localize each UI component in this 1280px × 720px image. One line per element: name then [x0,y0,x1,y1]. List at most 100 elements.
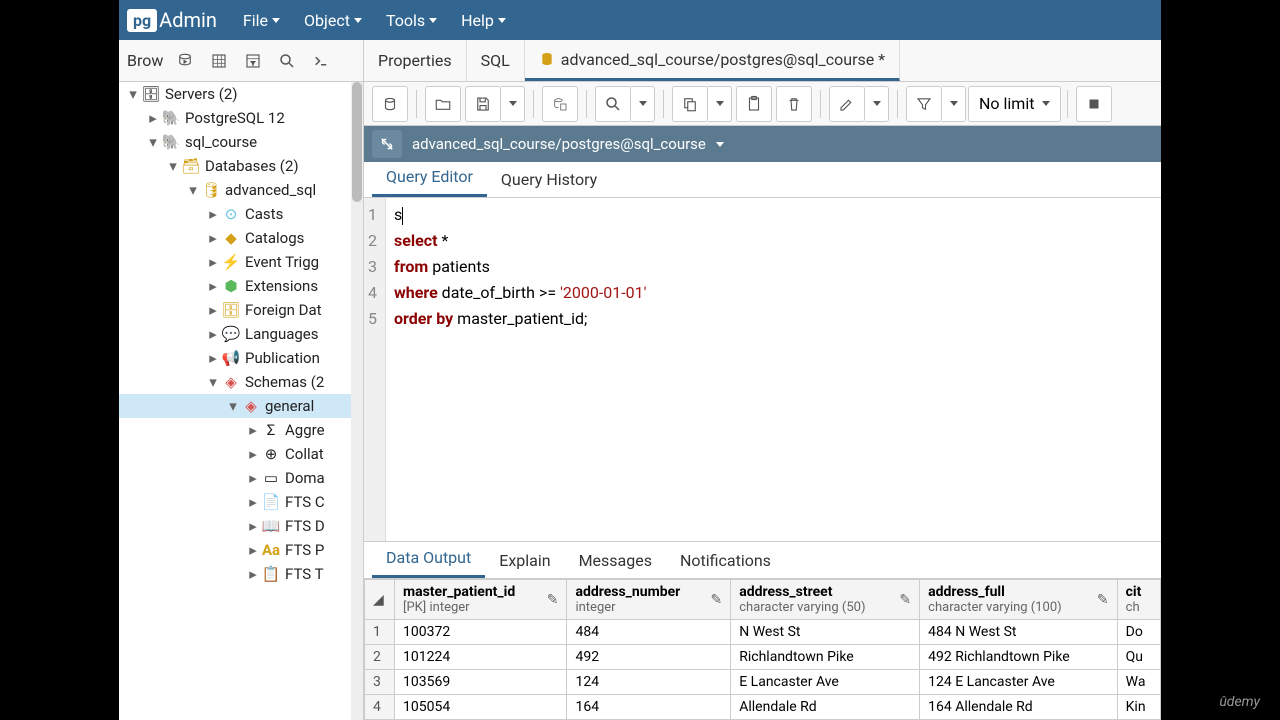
cell[interactable]: 492 Richlandtown Pike [920,645,1117,670]
cell[interactable]: Do [1117,620,1160,645]
cell[interactable]: N West St [731,620,920,645]
cell[interactable]: 164 [567,695,731,720]
expand-icon[interactable]: ▸ [245,565,261,583]
save-dropdown[interactable] [501,86,525,122]
save-button[interactable] [465,86,501,122]
edit-dropdown[interactable] [865,86,889,122]
tree-advanced-sql[interactable]: ▾🛢advanced_sql [119,178,363,202]
table-row[interactable]: 1 100372 484 N West St 484 N West St Do [365,620,1161,645]
menu-file[interactable]: File [233,7,290,34]
chevron-down-icon[interactable] [716,142,724,147]
code-editor[interactable]: 12345 s select * from patients where dat… [364,198,1161,541]
cell[interactable]: 492 [567,645,731,670]
rownum-cell[interactable]: 3 [365,670,395,695]
tree-casts[interactable]: ▸⊙Casts [119,202,363,226]
tab-properties[interactable]: Properties [364,40,467,81]
tree-sql-course[interactable]: ▾🐘sql_course [119,130,363,154]
connection-status-button[interactable] [372,130,402,158]
tab-explain[interactable]: Explain [485,543,564,578]
collapse-icon[interactable]: ▾ [205,373,221,391]
cell[interactable]: Allendale Rd [731,695,920,720]
tree-general-schema[interactable]: ▾◈general [119,394,363,418]
data-output-grid[interactable]: ◢ master_patient_id[PK] integer✎ address… [364,579,1161,720]
paste-button[interactable] [736,86,772,122]
collapse-icon[interactable]: ▾ [185,181,201,199]
col-header-city[interactable]: citch [1117,580,1160,620]
rownum-cell[interactable]: 4 [365,695,395,720]
cell[interactable]: Richlandtown Pike [731,645,920,670]
expand-icon[interactable]: ▸ [245,421,261,439]
pencil-icon[interactable]: ✎ [1097,592,1109,608]
tab-query-editor[interactable]: Query Editor [372,159,487,197]
search-button[interactable] [271,45,303,77]
tab-query-history[interactable]: Query History [487,162,611,197]
tab-query-tool[interactable]: advanced_sql_course/postgres@sql_course … [525,40,900,81]
tree-publications[interactable]: ▸📢Publication [119,346,363,370]
view-data-button[interactable] [203,45,235,77]
expand-icon[interactable]: ▸ [205,277,221,295]
expand-icon[interactable]: ▸ [205,349,221,367]
tree-databases[interactable]: ▾🗃Databases (2) [119,154,363,178]
collapse-icon[interactable]: ▾ [225,397,241,415]
tree-aggregates[interactable]: ▸ΣAggre [119,418,363,442]
filter-button[interactable] [906,86,942,122]
tree-fts-template[interactable]: ▸📋FTS T [119,562,363,586]
expand-icon[interactable]: ▸ [205,205,221,223]
col-header-address-number[interactable]: address_numberinteger✎ [567,580,731,620]
pencil-icon[interactable]: ✎ [899,592,911,608]
rownum-cell[interactable]: 1 [365,620,395,645]
table-row[interactable]: 3 103569 124 E Lancaster Ave 124 E Lanca… [365,670,1161,695]
expand-icon[interactable]: ▸ [245,517,261,535]
tree-languages[interactable]: ▸💬Languages [119,322,363,346]
find-button[interactable] [595,86,631,122]
menu-help[interactable]: Help [451,7,516,34]
col-header-address-full[interactable]: address_fullcharacter varying (100)✎ [920,580,1117,620]
cell[interactable]: 484 N West St [920,620,1117,645]
menu-object[interactable]: Object [294,7,372,34]
tab-messages[interactable]: Messages [565,543,666,578]
open-file-button[interactable] [372,86,408,122]
code-content[interactable]: s select * from patients where date_of_b… [386,198,1161,541]
rownum-cell[interactable]: 2 [365,645,395,670]
tree-servers[interactable]: ▾🗄Servers (2) [119,82,363,106]
expand-icon[interactable]: ▸ [205,253,221,271]
expand-icon[interactable]: ▸ [205,301,221,319]
tab-data-output[interactable]: Data Output [372,540,485,578]
tree-fts-config[interactable]: ▸📄FTS C [119,490,363,514]
folder-button[interactable] [425,86,461,122]
cell[interactable]: 103569 [395,670,567,695]
tree-domains[interactable]: ▸▭Doma [119,466,363,490]
tree-pg12[interactable]: ▸🐘PostgreSQL 12 [119,106,363,130]
tree-extensions[interactable]: ▸⬢Extensions [119,274,363,298]
col-header-address-street[interactable]: address_streetcharacter varying (50)✎ [731,580,920,620]
copy-dropdown[interactable] [708,86,732,122]
cell[interactable]: 164 Allendale Rd [920,695,1117,720]
table-row[interactable]: 4 105054 164 Allendale Rd 164 Allendale … [365,695,1161,720]
collapse-icon[interactable]: ▾ [165,157,181,175]
tree-catalogs[interactable]: ▸◆Catalogs [119,226,363,250]
collapse-icon[interactable]: ▾ [125,85,141,103]
filter-dropdown[interactable] [942,86,966,122]
cell[interactable]: 124 E Lancaster Ave [920,670,1117,695]
copy-sql-button[interactable] [542,86,578,122]
expand-icon[interactable]: ▸ [205,229,221,247]
scrollbar-thumb[interactable] [352,82,362,202]
expand-icon[interactable]: ▸ [245,469,261,487]
edit-button[interactable] [829,86,865,122]
stop-button[interactable] [1076,86,1112,122]
filter-rows-button[interactable] [237,45,269,77]
expand-icon[interactable]: ▸ [145,109,161,127]
cell[interactable]: Qu [1117,645,1160,670]
sidebar-scrollbar[interactable] [351,82,363,720]
expand-icon[interactable]: ▸ [245,493,261,511]
tree-fts-parser[interactable]: ▸AaFTS P [119,538,363,562]
expand-icon[interactable]: ▸ [205,325,221,343]
cell[interactable]: 484 [567,620,731,645]
find-dropdown[interactable] [631,86,655,122]
tab-sql[interactable]: SQL [467,40,525,81]
query-tool-button[interactable] [169,45,201,77]
expand-icon[interactable]: ▸ [245,541,261,559]
psql-button[interactable] [305,45,337,77]
tree-collations[interactable]: ▸⊕Collat [119,442,363,466]
table-row[interactable]: 2 101224 492 Richlandtown Pike 492 Richl… [365,645,1161,670]
